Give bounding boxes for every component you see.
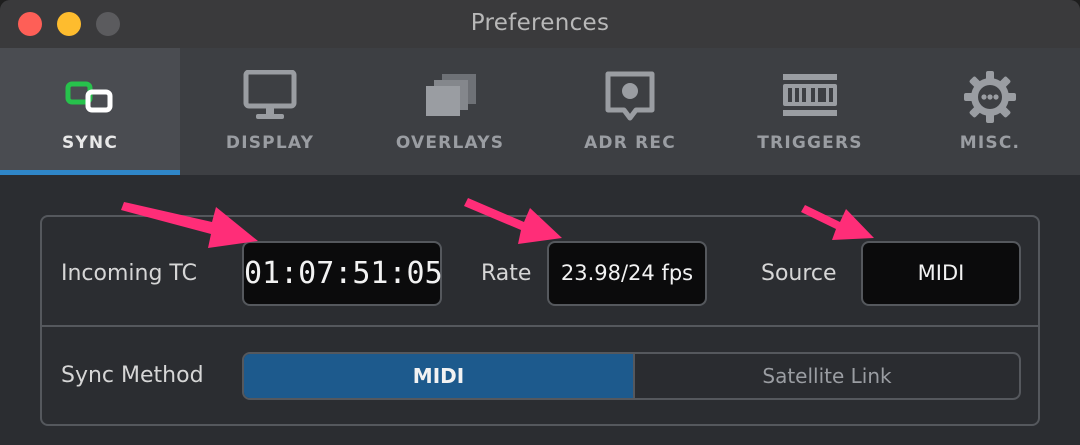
annotation-arrow	[801, 205, 874, 240]
preferences-window: Preferences SYNC DISPLAY OVERLAYS ADR RE…	[0, 0, 1080, 445]
annotation-arrow	[121, 202, 258, 248]
annotation-arrow	[464, 198, 562, 244]
annotation-arrows	[121, 198, 874, 248]
